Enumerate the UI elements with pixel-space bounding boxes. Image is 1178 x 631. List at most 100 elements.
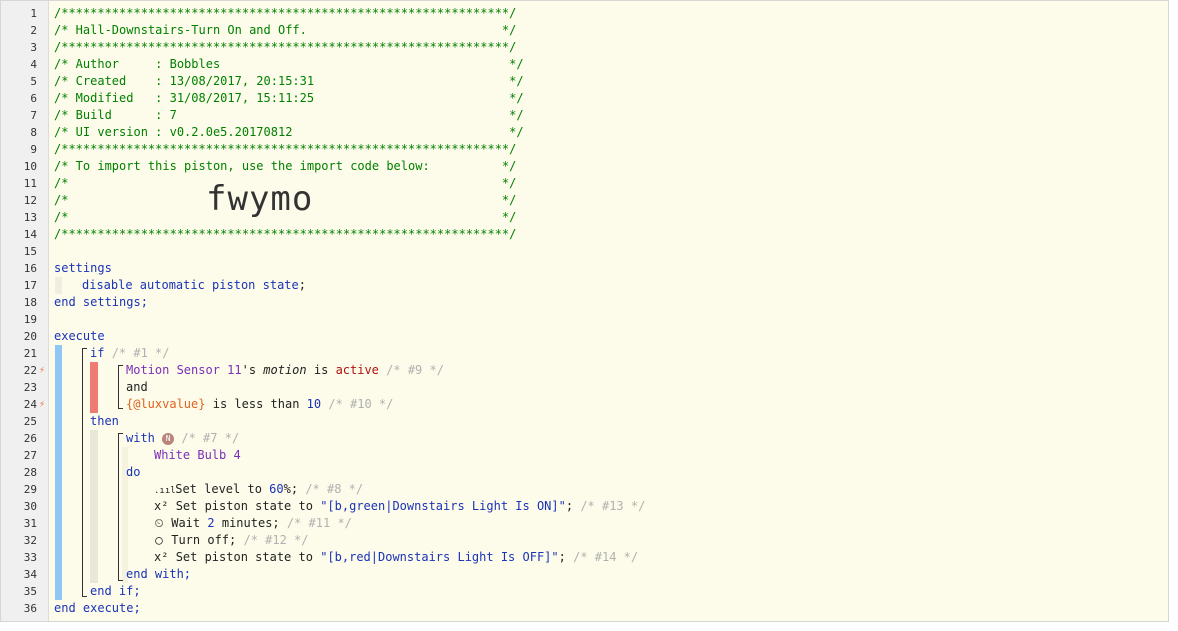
action2-comment: /* #13 */ [580, 499, 646, 513]
cond1-attribute: motion [263, 363, 307, 377]
cond2-value: 10 [306, 397, 322, 411]
code-line-10: /* To import this piston, use the import… [54, 159, 517, 173]
code-line-2: /* Hall-Downstairs-Turn On and Off. */ [54, 23, 517, 37]
code-line-1: /***************************************… [54, 6, 517, 20]
action5-text: Set piston state to [175, 550, 313, 564]
with-statement[interactable]: with N /* #7 */ [126, 430, 239, 447]
line-number: 14 [23, 228, 37, 241]
line-number: 35 [23, 585, 37, 598]
cond1-device: Motion Sensor 11 [126, 363, 242, 377]
action4-comment: /* #12 */ [243, 533, 309, 547]
code-line-9: /***************************************… [54, 142, 517, 156]
do-keyword[interactable]: do [126, 464, 140, 481]
cond1-comment: /* #9 */ [386, 363, 444, 377]
settings-open[interactable]: settings [54, 260, 112, 277]
line-number: 13 [23, 211, 37, 224]
with-bracket [118, 433, 123, 581]
action2-text: Set piston state to [175, 499, 313, 513]
line-number: 25 [23, 415, 37, 428]
settings-block-bar [55, 277, 62, 294]
trigger-bolt-icon: ⚡ [39, 399, 46, 410]
execute-close[interactable]: end execute; [54, 600, 141, 617]
action-wait[interactable]: ⏲ Wait 2 minutes; /* #11 */ [154, 515, 352, 532]
action3-text: Wait [171, 516, 201, 530]
code-line-5: /* Created : 13/08/2017, 20:15:31 */ [54, 74, 524, 88]
line-number: 5 [30, 75, 37, 88]
with-comment: /* #7 */ [181, 431, 240, 445]
line-number: 30 [23, 500, 37, 513]
line-number: 33 [23, 551, 37, 564]
action-set-state-off[interactable]: x² Set piston state to "[b,red|Downstair… [154, 549, 638, 566]
cond2-comment: /* #10 */ [328, 397, 394, 411]
if-comment: /* #1 */ [111, 346, 170, 360]
code-line-6: /* Modified : 31/08/2017, 15:11:25 */ [54, 91, 524, 105]
action1-value: 60 [269, 482, 284, 496]
then-block-bar [90, 430, 98, 583]
superscript-x-icon: x² [154, 550, 169, 564]
timer-icon: ⏲ [154, 516, 164, 530]
then-keyword[interactable]: then [90, 413, 119, 430]
end-with[interactable]: end with; [126, 566, 191, 583]
action5-suffix: ; [558, 550, 566, 564]
line-number: 4 [30, 58, 37, 71]
line-number: 36 [23, 602, 37, 615]
with-badge-icon: N [162, 432, 175, 445]
action2-suffix: ; [565, 499, 574, 513]
settings-close[interactable]: end settings; [54, 294, 148, 311]
execute-block-bar [55, 345, 62, 600]
condition-2[interactable]: {@luxvalue} is less than 10 /* #10 */ [126, 396, 393, 413]
if-statement[interactable]: if /* #1 */ [90, 345, 169, 362]
execute-open[interactable]: execute [54, 328, 105, 345]
code-line-8: /* UI version : v0.2.0e5.20170812 */ [54, 125, 524, 139]
if-keyword: if [90, 346, 105, 360]
line-number: 18 [23, 296, 37, 309]
line-number: 22 [23, 364, 37, 377]
line-number: 31 [23, 517, 37, 530]
action3-value: 2 [207, 516, 215, 530]
line-number: 11 [23, 177, 37, 190]
if-block-bar [90, 362, 98, 413]
line-number: 10 [23, 160, 37, 173]
cond2-operator: is less than [212, 397, 300, 411]
line-number: 6 [30, 92, 37, 105]
code-line-4: /* Author : Bobbles */ [54, 57, 524, 71]
action3-comment: /* #11 */ [286, 516, 352, 530]
setting-disable-text: disable automatic piston state [82, 278, 299, 292]
action-set-level[interactable]: .ııl Set level to 60%; /* #8 */ [154, 481, 363, 498]
action-turn-off[interactable]: ◯ Turn off; /* #12 */ [154, 532, 309, 549]
line-number: 19 [23, 313, 37, 326]
action-set-state-on[interactable]: x² Set piston state to "[b,green|Downsta… [154, 498, 645, 515]
end-if[interactable]: end if; [90, 583, 141, 600]
code-editor[interactable]: 1 2 3 4 5 6 7 8 9 10 11 12 13 14 15 16 17 18 19 20 21 22 23 24 2… [0, 0, 1169, 622]
cond1-value: active [335, 363, 379, 377]
with-device[interactable]: White Bulb 4 [154, 447, 241, 464]
and-operator[interactable]: and [126, 379, 148, 396]
if-bracket [82, 348, 87, 597]
action3-suffix: minutes; [221, 516, 280, 530]
line-number: 34 [23, 568, 37, 581]
line-number: 20 [23, 330, 37, 343]
cond1-is: is [313, 363, 329, 377]
line-number: 9 [30, 143, 37, 156]
setting-semicolon: ; [298, 278, 306, 292]
line-number: 7 [30, 109, 37, 122]
line-number: 17 [23, 279, 37, 292]
code-line-3: /***************************************… [54, 40, 517, 54]
line-number: 32 [23, 534, 37, 547]
line-number: 29 [23, 483, 37, 496]
line-number: 3 [30, 41, 37, 54]
condition-1[interactable]: Motion Sensor 11's motion is active /* #… [126, 362, 444, 379]
line-number: 15 [23, 245, 37, 258]
line-number-gutter: 1 2 3 4 5 6 7 8 9 10 11 12 13 14 15 16 17 18 19 20 21 22 23 24 2… [1, 1, 49, 621]
action1-comment: /* #8 */ [305, 482, 364, 496]
action1-text: Set level to [175, 482, 262, 496]
code-line-14: /***************************************… [54, 227, 517, 241]
line-number: 1 [30, 7, 37, 20]
line-number: 24 [23, 398, 37, 411]
action5-comment: /* #14 */ [573, 550, 639, 564]
superscript-x-icon: x² [154, 499, 169, 513]
import-code[interactable]: fwymo [206, 179, 313, 219]
line-number: 16 [23, 262, 37, 275]
action2-value: "[b,green|Downstairs Light Is ON]" [320, 499, 566, 513]
settings-disable-line[interactable]: disable automatic piston state; [82, 277, 306, 294]
